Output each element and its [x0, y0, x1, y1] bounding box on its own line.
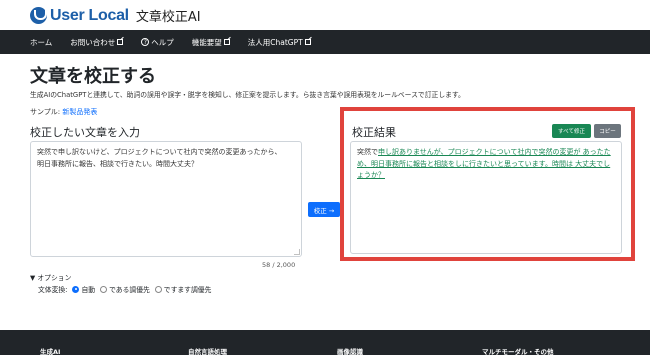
input-textarea[interactable]: 突然で申し訳ないけど、プロジェクトについて社内で突然の変更あったから、 明日事務…: [30, 141, 302, 257]
nav-feature-request[interactable]: 機能要望: [192, 37, 230, 48]
style-conversion-options: 文体変換: 自動 である調優先 ですます調優先: [38, 284, 211, 294]
nav-feature-request-label: 機能要望: [191, 37, 222, 47]
result-correction[interactable]: 申し訳ありませんが、プロジェクトについて社内で突然の変更が あったため、明日事務…: [357, 148, 611, 179]
page-description: 生成AIのChatGPTと連携して、助詞の誤用や誤字・脱字を検知し、修正案を提示…: [30, 91, 465, 99]
footer-multimodal[interactable]: マルチモーダル・その他: [482, 346, 554, 355]
fix-all-button[interactable]: すべて修正: [552, 124, 591, 138]
radio-dearu-label[interactable]: である調優先: [109, 284, 150, 294]
style-conversion-label: 文体変換:: [38, 286, 68, 294]
nav-contact[interactable]: お問い合わせ: [70, 37, 124, 48]
char-counter: 58 / 2,000: [262, 261, 296, 269]
nav-corporate-chatgpt-label: 法人用ChatGPT: [247, 37, 303, 47]
logo-text: User Local: [50, 6, 129, 24]
sample-link[interactable]: 新製品発表: [62, 108, 97, 116]
main-nav: ホーム お問い合わせ ? ヘルプ 機能要望 法人用ChatGPT: [0, 30, 650, 54]
page-title: 文章を校正する: [30, 66, 156, 87]
external-link-icon: [117, 39, 124, 45]
result-output[interactable]: 突然で申し訳ありませんが、プロジェクトについて社内で突然の変更が あったため、明…: [350, 141, 622, 254]
radio-desumasu[interactable]: [154, 285, 162, 293]
nav-home-label: ホーム: [30, 37, 53, 47]
footer: 生成AI 自然言語処理 画像認識 マルチモーダル・その他: [0, 330, 650, 355]
result-unchanged-text: 突然で: [357, 148, 378, 156]
input-label: 校正したい文章を入力: [30, 126, 140, 139]
userlocal-logo-icon: [30, 7, 47, 24]
footer-nlp[interactable]: 自然言語処理: [188, 346, 227, 355]
nav-contact-label: お問い合わせ: [70, 37, 116, 47]
nav-corporate-chatgpt[interactable]: 法人用ChatGPT: [248, 37, 311, 48]
input-line-2: 明日事務所に報告、相談で行きたい。時間大丈夫？: [37, 159, 198, 168]
radio-auto[interactable]: [72, 285, 80, 293]
app-title: 文章校正AI: [135, 10, 201, 25]
footer-generative-ai[interactable]: 生成AI: [40, 346, 60, 355]
copy-button[interactable]: コピー: [594, 124, 621, 138]
sample-row: サンプル: 新製品発表: [30, 107, 97, 117]
external-link-icon: [223, 39, 230, 45]
radio-auto-label[interactable]: 自動: [81, 284, 95, 294]
help-icon: ?: [141, 38, 150, 46]
external-link-icon: [304, 39, 311, 45]
result-label: 校正結果: [352, 126, 396, 139]
top-header: User Local 文章校正AI: [0, 0, 650, 30]
resize-grip-icon[interactable]: [294, 249, 300, 255]
logo[interactable]: User Local 文章校正AI: [30, 6, 201, 25]
proofread-button[interactable]: 校正 →: [308, 202, 340, 217]
sample-label: サンプル:: [30, 108, 61, 116]
input-line-1: 突然で申し訳ないけど、プロジェクトについて社内で突然の変更あったから、: [37, 148, 282, 156]
nav-home[interactable]: ホーム: [30, 37, 52, 48]
footer-image-recognition[interactable]: 画像認識: [337, 346, 363, 355]
nav-help[interactable]: ? ヘルプ: [141, 37, 174, 48]
radio-dearu[interactable]: [100, 285, 108, 293]
nav-help-label: ヘルプ: [151, 37, 174, 47]
options-toggle[interactable]: ▼ オプション: [30, 272, 71, 282]
radio-desumasu-label[interactable]: ですます調優先: [164, 284, 212, 294]
